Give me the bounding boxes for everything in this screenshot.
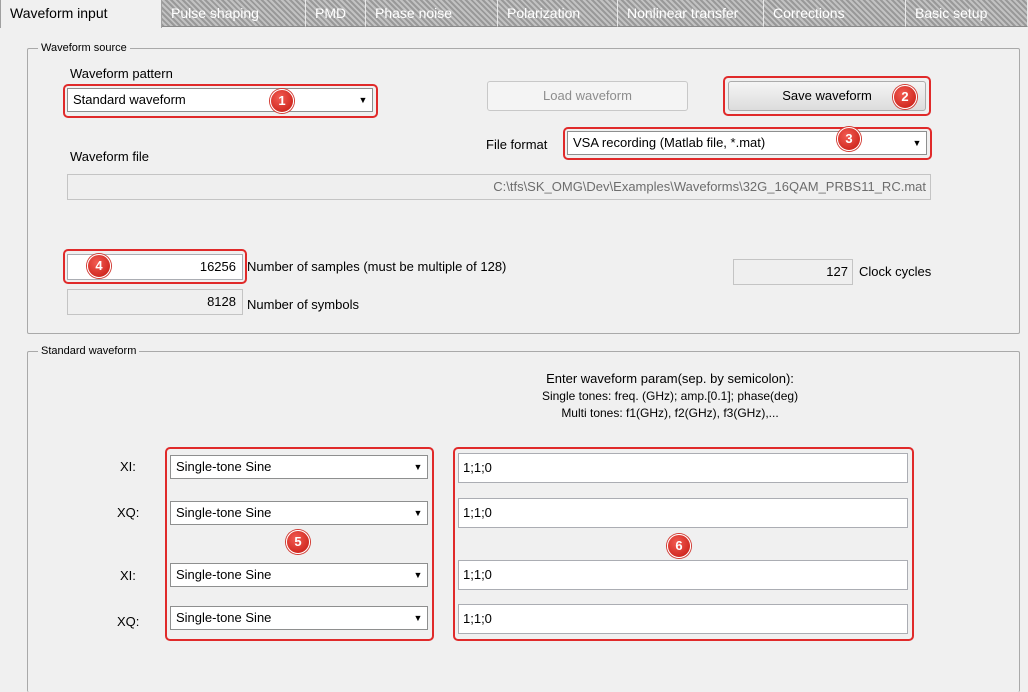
waveform-type-value: Single-tone Sine [176, 505, 272, 520]
annotation-badge-3: 3 [837, 127, 861, 151]
tab-polarization[interactable]: Polarization [498, 0, 618, 27]
file-format-label: File format [486, 137, 548, 152]
tab-waveform-input[interactable]: Waveform input [0, 0, 162, 28]
clock-cycles-label: Clock cycles [859, 264, 932, 279]
waveform-type-value: Single-tone Sine [176, 459, 272, 474]
xi-label-1: XI: [120, 459, 136, 474]
waveform-type-value: Single-tone Sine [176, 567, 272, 582]
chevron-down-icon: ▼ [413, 613, 423, 623]
num-samples-label: Number of samples (must be multiple of 1… [247, 259, 507, 274]
waveform-type-select-xq-1[interactable]: Single-tone Sine ▼ [170, 501, 428, 525]
annotation-badge-5: 5 [286, 530, 310, 554]
tab-nonlinear-transfer[interactable]: Nonlinear transfer [618, 0, 764, 27]
chevron-down-icon: ▼ [413, 508, 423, 518]
waveform-pattern-label: Waveform pattern [70, 66, 173, 81]
file-format-value: VSA recording (Matlab file, *.mat) [573, 135, 766, 150]
waveform-param-input-xi-2[interactable]: 1;1;0 [458, 560, 908, 590]
chevron-down-icon: ▼ [413, 462, 423, 472]
standard-waveform-legend: Standard waveform [38, 344, 140, 358]
waveform-pattern-select[interactable]: Standard waveform ▼ [67, 88, 373, 112]
tab-phase-noise[interactable]: Phase noise [366, 0, 498, 27]
xq-label-2: XQ: [117, 614, 140, 629]
tab-corrections[interactable]: Corrections [764, 0, 906, 27]
waveform-param-input-xi-1[interactable]: 1;1;0 [458, 453, 908, 483]
file-format-select[interactable]: VSA recording (Matlab file, *.mat) ▼ [567, 131, 927, 155]
chevron-down-icon: ▼ [912, 138, 922, 148]
waveform-source-legend: Waveform source [38, 41, 130, 55]
annotation-badge-2: 2 [893, 85, 917, 109]
annotation-badge-6: 6 [667, 534, 691, 558]
waveform-type-select-xi-2[interactable]: Single-tone Sine ▼ [170, 563, 428, 587]
waveform-file-label: Waveform file [70, 149, 149, 164]
waveform-type-select-xq-2[interactable]: Single-tone Sine ▼ [170, 606, 428, 630]
tab-bar: Waveform input Pulse shaping PMD Phase n… [0, 0, 1028, 28]
waveform-type-value: Single-tone Sine [176, 610, 272, 625]
tab-pulse-shaping[interactable]: Pulse shaping [162, 0, 306, 27]
load-waveform-button[interactable]: Load waveform [487, 81, 688, 111]
clock-cycles-field: 127 [733, 259, 853, 285]
waveform-pattern-value: Standard waveform [73, 92, 186, 107]
waveform-param-input-xq-2[interactable]: 1;1;0 [458, 604, 908, 634]
help-line-2: Single tones: freq. (GHz); amp.[0.1]; ph… [541, 389, 799, 403]
annotation-badge-1: 1 [270, 89, 294, 113]
tab-pmd[interactable]: PMD [306, 0, 366, 27]
num-symbols-field: 8128 [67, 289, 243, 315]
annotation-badge-4: 4 [87, 254, 111, 278]
help-line-3: Multi tones: f1(GHz), f2(GHz), f3(GHz),.… [561, 406, 779, 420]
waveform-file-field: C:\tfs\SK_OMG\Dev\Examples\Waveforms\32G… [67, 174, 931, 200]
waveform-param-input-xq-1[interactable]: 1;1;0 [458, 498, 908, 528]
help-line-1: Enter waveform param(sep. by semicolon): [546, 371, 794, 386]
xi-label-2: XI: [120, 568, 136, 583]
num-symbols-label: Number of symbols [247, 297, 359, 312]
xq-label-1: XQ: [117, 505, 140, 520]
chevron-down-icon: ▼ [358, 95, 368, 105]
tab-basic-setup[interactable]: Basic setup [906, 0, 1028, 27]
chevron-down-icon: ▼ [413, 570, 423, 580]
waveform-type-select-xi-1[interactable]: Single-tone Sine ▼ [170, 455, 428, 479]
